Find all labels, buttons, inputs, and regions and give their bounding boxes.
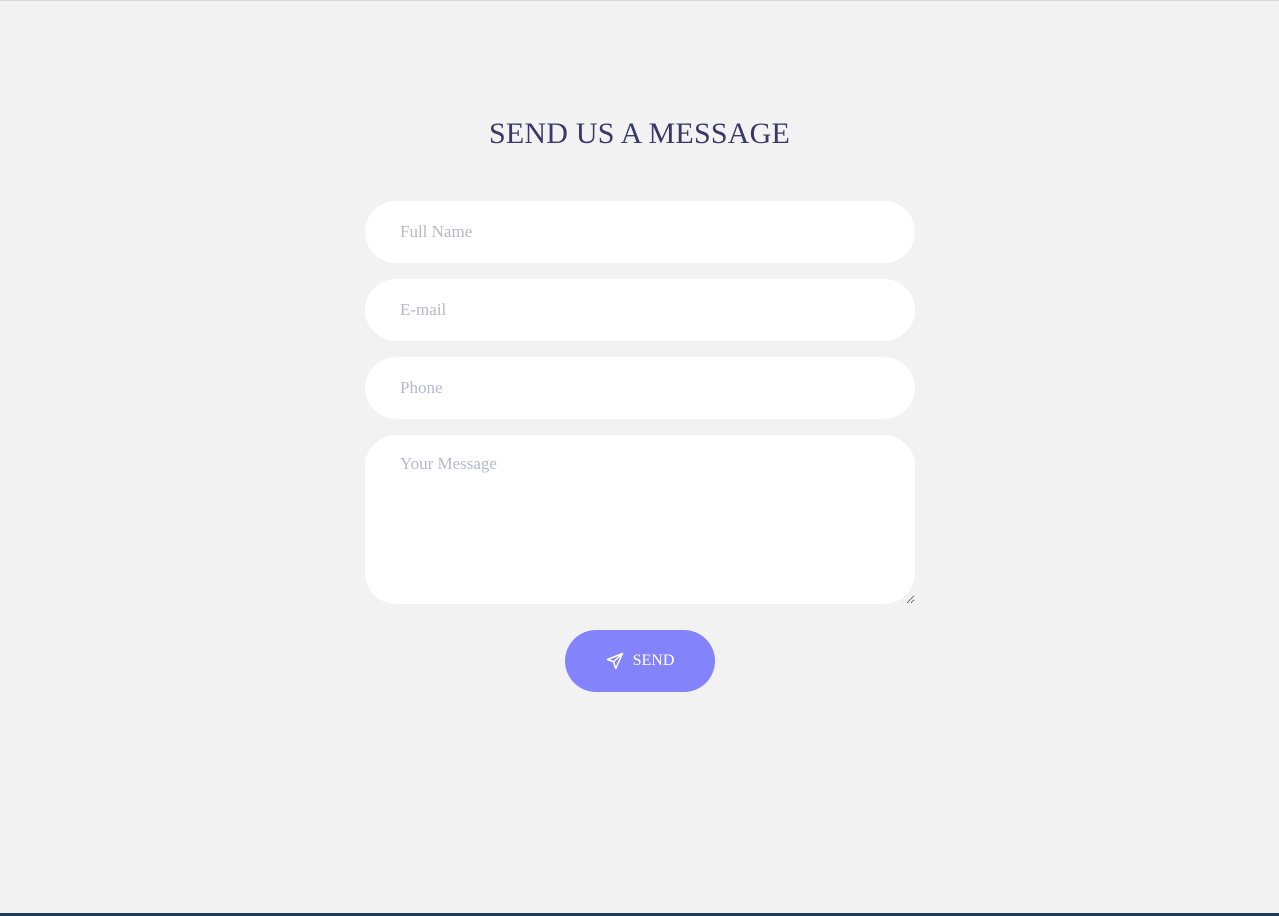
email-input[interactable] (365, 279, 915, 341)
full-name-input[interactable] (365, 201, 915, 263)
page-title: SEND US A MESSAGE (489, 117, 790, 150)
top-divider (0, 0, 1279, 1)
send-button-label: SEND (632, 652, 675, 669)
paper-plane-icon (606, 652, 624, 670)
message-textarea[interactable] (365, 435, 915, 604)
send-button[interactable]: SEND (565, 630, 715, 692)
phone-input[interactable] (365, 357, 915, 419)
